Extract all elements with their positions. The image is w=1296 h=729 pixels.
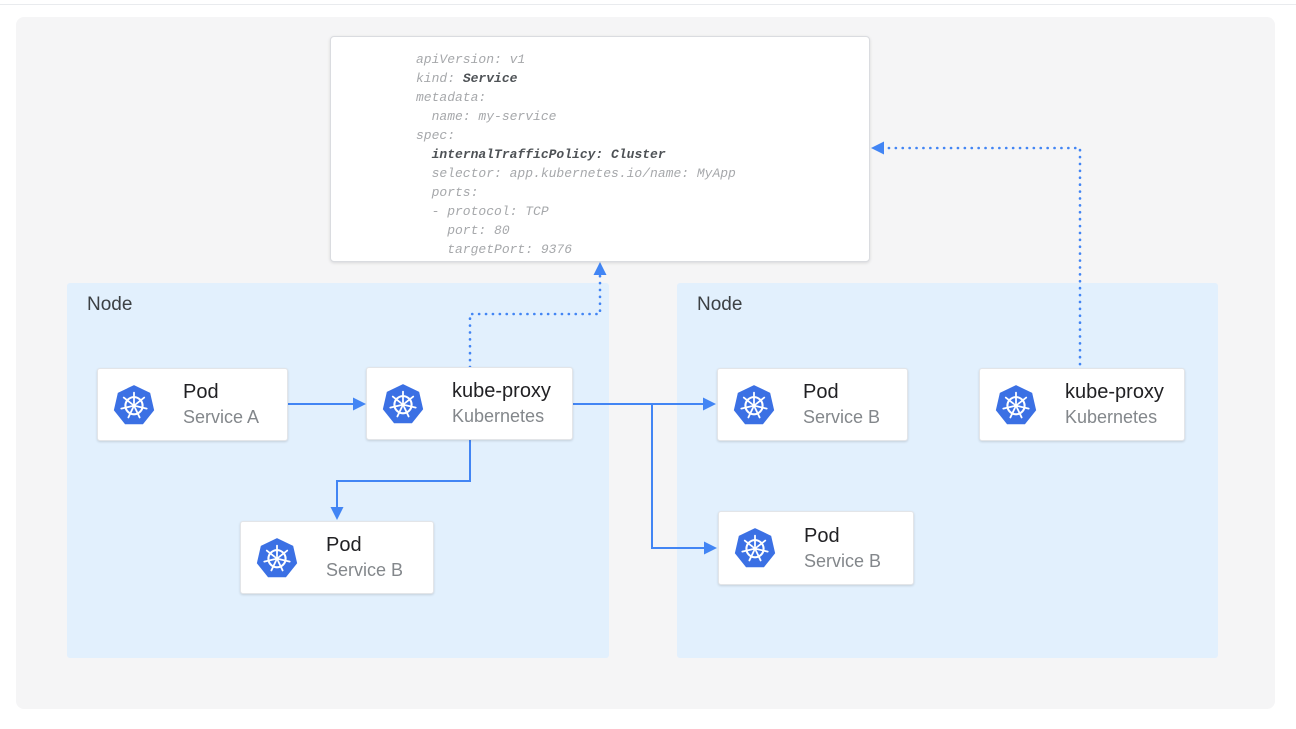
kubernetes-icon (733, 526, 777, 570)
card-title: Pod (804, 525, 881, 548)
kube-proxy-left-card: kube-proxy Kubernetes (366, 367, 573, 440)
kubernetes-icon (255, 536, 299, 580)
card-title: kube-proxy (452, 380, 551, 403)
pod-service-a-card: Pod Service A (97, 368, 288, 441)
card-text: Pod Service B (804, 525, 881, 572)
service-yaml-card: apiVersion: v1 kind: Service metadata: n… (330, 36, 870, 262)
yaml-line: name: my-service (416, 107, 859, 126)
header-divider (0, 4, 1296, 5)
pod-service-b-left-card: Pod Service B (240, 521, 434, 594)
yaml-line: kind: Service (416, 69, 859, 88)
yaml-line: - protocol: TCP (416, 202, 859, 221)
card-text: kube-proxy Kubernetes (1065, 381, 1164, 428)
yaml-line: spec: (416, 126, 859, 145)
pod-service-b-right-top-card: Pod Service B (717, 368, 908, 441)
card-subtitle: Service B (803, 407, 880, 428)
card-title: Pod (803, 381, 880, 404)
card-subtitle: Kubernetes (1065, 407, 1164, 428)
card-text: Pod Service B (326, 534, 403, 581)
kubernetes-icon (112, 383, 156, 427)
kube-proxy-right-card: kube-proxy Kubernetes (979, 368, 1185, 441)
kubernetes-icon (732, 383, 776, 427)
card-subtitle: Service B (326, 560, 403, 581)
kubernetes-icon (994, 383, 1038, 427)
pod-service-b-right-bottom-card: Pod Service B (718, 511, 914, 585)
page: Node Node apiVersion: v1 kind: Serv (0, 0, 1296, 729)
yaml-line: targetPort: 9376 (416, 240, 859, 259)
yaml-line: metadata: (416, 88, 859, 107)
card-subtitle: Service A (183, 407, 259, 428)
card-text: kube-proxy Kubernetes (452, 380, 551, 427)
yaml-line: apiVersion: v1 (416, 50, 859, 69)
card-title: Pod (326, 534, 403, 557)
card-text: Pod Service A (183, 381, 259, 428)
kubernetes-icon (381, 382, 425, 426)
yaml-line: selector: app.kubernetes.io/name: MyApp (416, 164, 859, 183)
yaml-line: ports: (416, 183, 859, 202)
diagram-canvas: Node Node apiVersion: v1 kind: Serv (16, 17, 1275, 709)
card-subtitle: Service B (804, 551, 881, 572)
yaml-line: internalTrafficPolicy: Cluster (416, 145, 859, 164)
yaml-line: port: 80 (416, 221, 859, 240)
card-title: kube-proxy (1065, 381, 1164, 404)
card-subtitle: Kubernetes (452, 406, 551, 427)
card-title: Pod (183, 381, 259, 404)
card-text: Pod Service B (803, 381, 880, 428)
